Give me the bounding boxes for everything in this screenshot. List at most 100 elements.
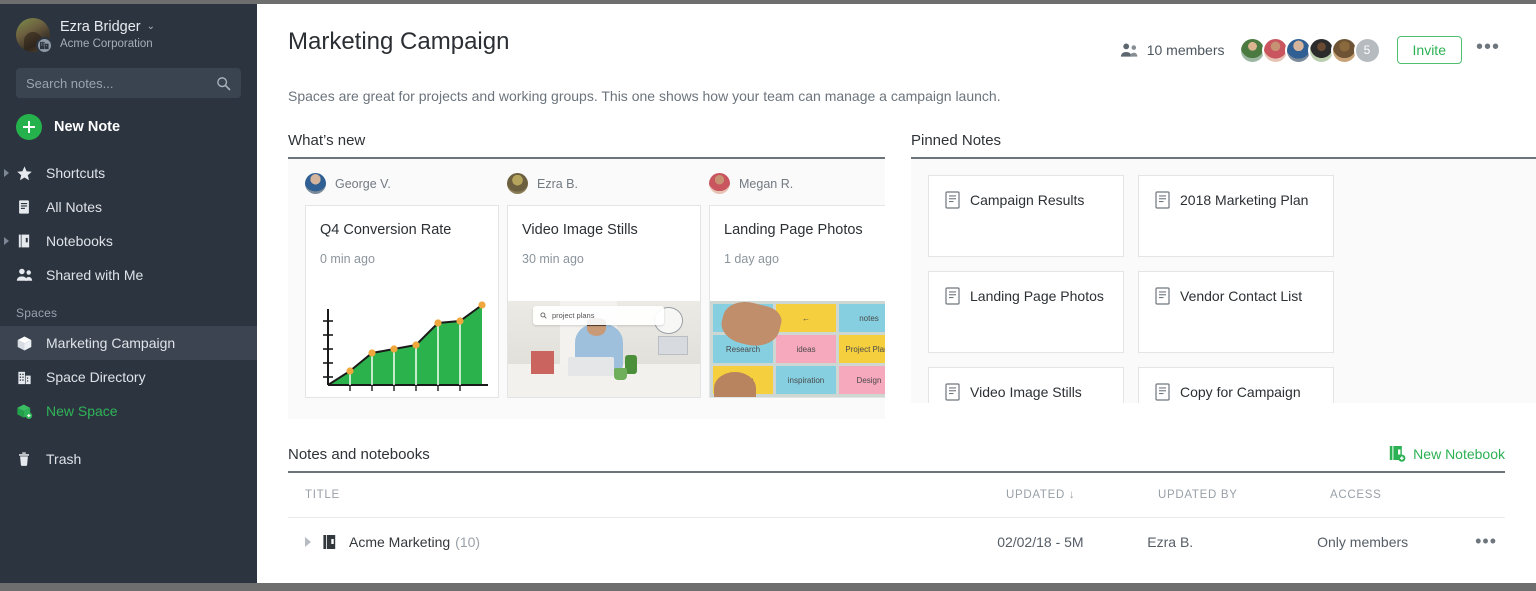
trash-icon bbox=[16, 450, 36, 468]
whats-new-card[interactable]: Landing Page Photos 1 day ago ← notes Re… bbox=[709, 205, 885, 398]
avatar bbox=[709, 173, 730, 194]
window-bottom-strip bbox=[0, 583, 1536, 591]
search-box[interactable] bbox=[16, 68, 241, 98]
people-icon bbox=[1120, 42, 1140, 58]
pinned-note-card[interactable]: 2018 Marketing Plan bbox=[1138, 175, 1334, 257]
card-timestamp: 30 min ago bbox=[508, 240, 700, 266]
column-header-access[interactable]: ACCESS bbox=[1330, 489, 1490, 501]
sidebar-item-trash[interactable]: Trash bbox=[0, 442, 257, 476]
column-header-updated-by[interactable]: UPDATED BY bbox=[1158, 489, 1330, 501]
sidebar-user-org: Acme Corporation bbox=[60, 37, 155, 52]
sidebar-item-notebooks[interactable]: Notebooks bbox=[0, 224, 257, 258]
avatar bbox=[305, 173, 326, 194]
header-more-menu-button[interactable]: ••• bbox=[1476, 41, 1500, 59]
card-timestamp: 1 day ago bbox=[710, 240, 885, 266]
sidebar-nav: Shortcuts All Notes Notebooks Share bbox=[0, 156, 257, 476]
pinned-note-card[interactable]: Vendor Contact List bbox=[1138, 271, 1334, 353]
sticky-note: ideas bbox=[776, 335, 836, 363]
page-title: Marketing Campaign bbox=[288, 28, 509, 56]
pinned-notes-section: Pinned Notes Campaign Results bbox=[911, 132, 1536, 419]
nav-spacer bbox=[0, 428, 257, 442]
card-author: George V. bbox=[305, 173, 499, 194]
pinned-notes-body: Campaign Results 2018 Marketing Plan bbox=[911, 159, 1536, 403]
whats-new-card[interactable]: Video Image Stills 30 min ago bbox=[507, 205, 701, 398]
sidebar-item-shortcuts[interactable]: Shortcuts bbox=[0, 156, 257, 190]
avatar-overflow-count[interactable]: 5 bbox=[1354, 37, 1381, 64]
card-title: Landing Page Photos bbox=[710, 206, 885, 240]
row-title-cell: Acme Marketing (10) bbox=[288, 533, 997, 551]
card-author-name: Megan R. bbox=[739, 177, 793, 191]
card-author: Ezra B. bbox=[507, 173, 701, 194]
card-author-name: George V. bbox=[335, 177, 391, 191]
chevron-right-icon[interactable] bbox=[305, 537, 311, 547]
sidebar-item-space-directory[interactable]: Space Directory bbox=[0, 360, 257, 394]
cube-icon bbox=[16, 334, 36, 352]
main-content: Marketing Campaign 10 members 5 bbox=[257, 4, 1536, 583]
chevron-right-icon[interactable] bbox=[4, 237, 9, 245]
search-input[interactable] bbox=[26, 76, 216, 91]
whats-new-card[interactable]: Q4 Conversion Rate 0 min ago bbox=[305, 205, 499, 398]
sidebar-item-shared-with-me[interactable]: Shared with Me bbox=[0, 258, 257, 292]
row-actions-button[interactable]: ••• bbox=[1475, 531, 1505, 552]
sticky-note: Project Plans bbox=[839, 335, 885, 363]
new-note-label: New Note bbox=[54, 119, 120, 135]
notebook-plus-icon bbox=[1389, 445, 1406, 463]
pinned-note-label: Vendor Contact List bbox=[1180, 286, 1302, 306]
whats-new-card-group: Megan R. Landing Page Photos 1 day ago ← bbox=[709, 173, 885, 398]
note-icon bbox=[16, 198, 36, 216]
pinned-note-card[interactable]: Video Image Stills bbox=[928, 367, 1124, 403]
sidebar-item-new-space[interactable]: New Space bbox=[0, 394, 257, 428]
building-icon bbox=[16, 368, 36, 386]
card-author: Megan R. bbox=[709, 173, 885, 194]
avatar bbox=[507, 173, 528, 194]
sidebar-item-label: New Space bbox=[46, 403, 118, 419]
sticky-note: notes bbox=[839, 304, 885, 332]
people-icon bbox=[16, 266, 36, 284]
search-icon bbox=[216, 76, 231, 91]
search-overlay: project plans bbox=[533, 306, 664, 325]
row-updated: 02/02/18 - 5M bbox=[997, 534, 1147, 550]
pinned-note-card[interactable]: Campaign Results bbox=[928, 175, 1124, 257]
sticky-note: ← bbox=[776, 304, 836, 332]
pinned-note-label: Copy for Campaign bbox=[1180, 382, 1301, 402]
sidebar-user-menu[interactable]: Ezra Bridger ⌄ Acme Corporation bbox=[0, 4, 257, 62]
member-avatar-row[interactable]: 5 bbox=[1239, 37, 1381, 64]
note-icon bbox=[1155, 191, 1170, 214]
card-thumbnail-photo: ← notes Research ideas Project Plans Goa… bbox=[710, 301, 885, 397]
sticky-notes-photo: ← notes Research ideas Project Plans Goa… bbox=[710, 301, 885, 397]
column-header-title[interactable]: TITLE bbox=[288, 489, 1006, 501]
row-count: (10) bbox=[455, 534, 480, 550]
column-header-updated[interactable]: UPDATED ↓ bbox=[1006, 489, 1158, 501]
plus-circle-icon bbox=[16, 114, 42, 140]
new-notebook-button[interactable]: New Notebook bbox=[1389, 445, 1505, 463]
new-note-button[interactable]: New Note bbox=[0, 98, 257, 154]
card-thumbnail-photo: project plans bbox=[508, 301, 700, 397]
whats-new-card-group: Ezra B. Video Image Stills 30 min ago bbox=[507, 173, 701, 398]
sidebar-item-label: All Notes bbox=[46, 199, 102, 215]
chevron-right-icon[interactable] bbox=[4, 169, 9, 177]
pinned-note-label: Video Image Stills bbox=[970, 382, 1082, 402]
note-icon bbox=[945, 287, 960, 310]
pinned-note-label: Landing Page Photos bbox=[970, 286, 1104, 306]
search-overlay-text: project plans bbox=[552, 311, 595, 320]
invite-button[interactable]: Invite bbox=[1397, 36, 1462, 64]
note-icon bbox=[945, 383, 960, 403]
note-icon bbox=[945, 191, 960, 214]
spaces-section-label: Spaces bbox=[0, 292, 257, 326]
notebook-icon bbox=[16, 232, 36, 250]
building-icon bbox=[36, 37, 53, 54]
hand bbox=[714, 372, 756, 397]
area-chart bbox=[306, 301, 498, 397]
notes-table-title: Notes and notebooks bbox=[288, 446, 430, 463]
sidebar-item-label: Trash bbox=[46, 451, 81, 467]
table-row[interactable]: Acme Marketing (10) 02/02/18 - 5M Ezra B… bbox=[288, 517, 1505, 565]
notes-and-notebooks-section: Notes and notebooks New Notebook bbox=[257, 445, 1536, 565]
sidebar-item-label: Notebooks bbox=[46, 233, 113, 249]
pinned-note-label: 2018 Marketing Plan bbox=[1180, 190, 1308, 210]
pinned-note-card[interactable]: Landing Page Photos bbox=[928, 271, 1124, 353]
sidebar-item-marketing-campaign[interactable]: Marketing Campaign bbox=[0, 326, 257, 360]
sidebar-user-name: Ezra Bridger bbox=[60, 19, 141, 36]
pinned-note-card[interactable]: Copy for Campaign bbox=[1138, 367, 1334, 403]
card-title: Video Image Stills bbox=[508, 206, 700, 240]
sidebar-item-all-notes[interactable]: All Notes bbox=[0, 190, 257, 224]
